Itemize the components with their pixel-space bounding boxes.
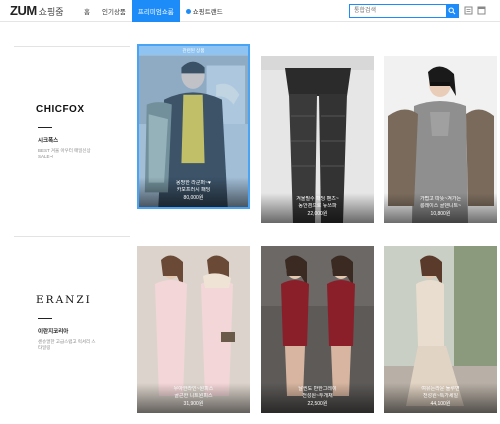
brand-description: BEST 겨울 아우터 매일신상 SALE~!	[38, 148, 91, 159]
product-name-line2: 카모프러시 패딩	[176, 186, 211, 193]
product-card[interactable]: 겨울필수 패딩 팬츠~ 동안겸으로 뉴쓰파 22,000원	[261, 56, 374, 223]
brand-divider	[38, 318, 52, 319]
product-price: 10,800원	[430, 211, 451, 217]
search-icon	[448, 7, 456, 15]
product-card[interactable]: 우아한라인~원피스 골근한 니트원피스 31,900원	[137, 246, 250, 413]
nav-shopping-trend[interactable]: 쇼핑트랜드	[180, 0, 229, 22]
product-card[interactable]: 관련된 상품 몽땅한 라쿤퍼~♥ 카모프러시 패딩 80,000원	[137, 44, 250, 209]
nav-popular[interactable]: 인기상품	[96, 0, 132, 22]
product-name-line2: 골근한 니트원피스	[174, 392, 213, 399]
brand-eranzi[interactable]: ERANZI 이란지코리아 센슈얼한 고급스럽고 럭셔리 스타일링	[14, 294, 130, 351]
product-caption: 우아한라인~원피스 골근한 니트원피스 31,900원	[137, 386, 250, 407]
product-caption: 가볍고 따뜻~겨가는 롱레이스 골덴니트~ 10,800원	[384, 196, 497, 217]
product-card[interactable]: 여유는라운 둘루면 천성원~특가세일 44,100원	[384, 246, 497, 413]
nav-home[interactable]: 홈	[78, 0, 96, 22]
trend-dot-icon	[185, 8, 191, 14]
site-logo[interactable]: ZUM 쇼핑줌	[10, 3, 64, 18]
brand-name: 시크폭스	[38, 138, 59, 144]
logo-shopping: 쇼핑줌	[38, 7, 64, 17]
nav-shopping-trend-label: 쇼핑트랜드	[192, 9, 223, 16]
brand-logo: CHICFOX	[36, 104, 85, 115]
search-button[interactable]	[446, 5, 458, 17]
logo-zum: ZUM	[10, 3, 37, 18]
product-price: 22,500원	[307, 401, 328, 407]
product-price: 31,900원	[183, 401, 204, 407]
search-input[interactable]	[350, 5, 446, 17]
product-price: 22,000원	[307, 211, 328, 217]
brand-chicfox[interactable]: CHICFOX 시크폭스 BEST 겨울 아우터 매일신상 SALE~!	[14, 104, 130, 160]
section-divider	[14, 46, 130, 47]
search-box	[349, 4, 459, 18]
window-icon[interactable]	[477, 6, 486, 15]
top-header: ZUM 쇼핑줌 홈 인기상품 프리미엄쇼룸 쇼핑트랜드	[0, 0, 500, 22]
brand-name: 이란지코리아	[38, 329, 69, 335]
brand-logo: ERANZI	[36, 294, 92, 306]
product-caption: 겨울필수 패딩 팬츠~ 동안겸으로 뉴쓰파 22,000원	[261, 196, 374, 217]
product-card[interactable]: 가볍고 따뜻~겨가는 롱레이스 골덴니트~ 10,800원	[384, 56, 497, 223]
menu-icon[interactable]	[464, 6, 473, 15]
product-price: 80,000원	[183, 195, 204, 201]
product-name-line2: 동안겸으로 뉴쓰파	[298, 202, 337, 209]
product-name-line2: 천성원~특가세일	[422, 392, 459, 399]
nav-premium-showroom[interactable]: 프리미엄쇼룸	[131, 0, 180, 22]
product-price: 44,100원	[430, 401, 451, 407]
related-product-tag: 관련된 상품	[139, 46, 248, 55]
brand-description: 센슈얼한 고급스럽고 럭셔리 스타일링	[38, 339, 96, 350]
product-card[interactable]: 날씬도 반한그레이 전성원~투개채 22,500원	[261, 246, 374, 413]
product-name-line2: 롱레이스 골덴니트~	[419, 202, 462, 209]
product-caption: 여유는라운 둘루면 천성원~특가세일 44,100원	[384, 386, 497, 407]
brand-divider	[38, 127, 52, 128]
main-nav: 홈 인기상품 프리미엄쇼룸 쇼핑트랜드	[78, 0, 229, 22]
product-caption: 날씬도 반한그레이 전성원~투개채 22,500원	[261, 386, 374, 407]
product-name-line2: 전성원~투개채	[302, 392, 333, 399]
section-divider	[14, 236, 130, 237]
product-caption: 몽땅한 라쿤퍼~♥ 카모프러시 패딩 80,000원	[139, 180, 248, 201]
